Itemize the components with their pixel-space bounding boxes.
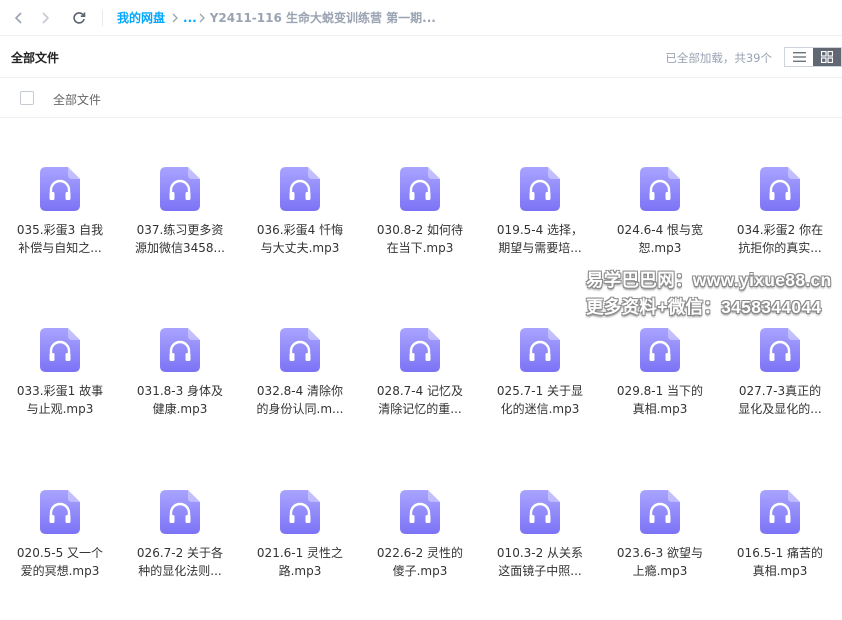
chevron-right-icon — [198, 12, 206, 24]
audio-file-icon — [760, 490, 800, 534]
file-item[interactable]: 029.8-1 当下的 真相.mp3 — [610, 328, 710, 458]
audio-file-icon — [640, 490, 680, 534]
refresh-icon[interactable] — [68, 7, 90, 29]
file-item[interactable]: 030.8-2 如何待 在当下.mp3 — [370, 167, 470, 297]
audio-file-icon — [640, 328, 680, 372]
file-name: 032.8-4 清除你 的身份认同.m... — [256, 384, 344, 416]
file-item[interactable]: 026.7-2 关于各 种的显化法则... — [130, 490, 230, 620]
file-name: 025.7-1 关于显 化的迷信.mp3 — [496, 384, 584, 416]
breadcrumb-more[interactable]: ... — [183, 11, 197, 25]
page-title: 全部文件 — [11, 51, 60, 65]
file-item[interactable]: 019.5-4 选择， 期望与需要培... — [490, 167, 590, 297]
file-name: 035.彩蛋3 自我 补偿与自知之... — [16, 223, 104, 255]
file-name: 021.6-1 灵性之 路.mp3 — [256, 546, 344, 578]
list-header: 全部文件 — [0, 78, 842, 118]
file-item[interactable]: 037.练习更多资 源加微信3458... — [130, 167, 230, 297]
file-name: 034.彩蛋2 你在 抗拒你的真实... — [736, 223, 824, 255]
file-item[interactable]: 033.彩蛋1 故事 与止观.mp3 — [10, 328, 110, 458]
file-item[interactable]: 024.6-4 恨与宽 恕.mp3 — [610, 167, 710, 297]
file-name: 027.7-3真正的 显化及显化的... — [738, 384, 822, 416]
file-name: 016.5-1 痛苦的 真相.mp3 — [736, 546, 824, 578]
file-name: 010.3-2 从关系 这面镜子中照... — [496, 546, 584, 578]
breadcrumb-home[interactable]: 我的网盘 — [117, 9, 165, 26]
audio-file-icon — [760, 328, 800, 372]
view-toggle — [784, 47, 842, 67]
file-name: 028.7-4 记忆及 清除记忆的重... — [376, 384, 464, 416]
file-item[interactable]: 034.彩蛋2 你在 抗拒你的真实... — [730, 167, 830, 297]
nav-divider — [102, 9, 103, 26]
audio-file-icon — [160, 328, 200, 372]
select-all-checkbox[interactable] — [20, 91, 34, 105]
breadcrumb-current: Y2411-116 生命大蜕变训练营 第一期... — [209, 11, 436, 25]
audio-file-icon — [40, 167, 80, 211]
column-header-name: 全部文件 — [53, 93, 102, 107]
audio-file-icon — [640, 167, 680, 211]
audio-file-icon — [400, 328, 440, 372]
file-name: 026.7-2 关于各 种的显化法则... — [136, 546, 224, 578]
file-name: 024.6-4 恨与宽 恕.mp3 — [616, 223, 704, 255]
file-item[interactable]: 031.8-3 身体及 健康.mp3 — [130, 328, 230, 458]
audio-file-icon — [280, 167, 320, 211]
file-name: 019.5-4 选择， 期望与需要培... — [496, 223, 584, 255]
file-item[interactable]: 023.6-3 欲望与 上瘾.mp3 — [610, 490, 710, 620]
audio-file-icon — [400, 490, 440, 534]
file-item[interactable]: 027.7-3真正的 显化及显化的... — [730, 328, 830, 458]
file-item[interactable]: 021.6-1 灵性之 路.mp3 — [250, 490, 350, 620]
audio-file-icon — [520, 328, 560, 372]
top-navigation-bar: 我的网盘 ... Y2411-116 生命大蜕变训练营 第一期... — [0, 0, 842, 36]
file-item[interactable]: 010.3-2 从关系 这面镜子中照... — [490, 490, 590, 620]
file-item[interactable]: 036.彩蛋4 忏悔 与大丈夫.mp3 — [250, 167, 350, 297]
file-name: 020.5-5 又一个 爱的冥想.mp3 — [16, 546, 104, 578]
chevron-right-icon[interactable] — [34, 7, 56, 29]
file-item[interactable]: 020.5-5 又一个 爱的冥想.mp3 — [10, 490, 110, 620]
audio-file-icon — [40, 328, 80, 372]
file-name: 030.8-2 如何待 在当下.mp3 — [376, 223, 464, 255]
audio-file-icon — [160, 167, 200, 211]
file-name: 023.6-3 欲望与 上瘾.mp3 — [616, 546, 704, 578]
file-name: 022.6-2 灵性的 傻子.mp3 — [376, 546, 464, 578]
file-item[interactable]: 022.6-2 灵性的 傻子.mp3 — [370, 490, 470, 620]
file-item[interactable]: 028.7-4 记忆及 清除记忆的重... — [370, 328, 470, 458]
chevron-right-icon — [171, 12, 179, 24]
toolbar: 全部文件 已全部加载，共39个 — [0, 36, 842, 78]
audio-file-icon — [760, 167, 800, 211]
file-item[interactable]: 025.7-1 关于显 化的迷信.mp3 — [490, 328, 590, 458]
grid-view-icon[interactable] — [813, 48, 841, 66]
file-grid: 035.彩蛋3 自我 补偿与自知之... 037.练习更多资 源加微信3458..… — [0, 119, 842, 589]
list-view-icon[interactable] — [785, 48, 814, 66]
chevron-left-icon[interactable] — [8, 7, 30, 29]
file-name: 033.彩蛋1 故事 与止观.mp3 — [16, 384, 104, 416]
file-item[interactable]: 016.5-1 痛苦的 真相.mp3 — [730, 490, 830, 620]
file-name: 037.练习更多资 源加微信3458... — [135, 223, 225, 255]
file-name: 031.8-3 身体及 健康.mp3 — [136, 384, 224, 416]
file-item[interactable]: 035.彩蛋3 自我 补偿与自知之... — [10, 167, 110, 297]
audio-file-icon — [400, 167, 440, 211]
file-item[interactable]: 032.8-4 清除你 的身份认同.m... — [250, 328, 350, 458]
audio-file-icon — [160, 490, 200, 534]
audio-file-icon — [280, 328, 320, 372]
audio-file-icon — [280, 490, 320, 534]
audio-file-icon — [520, 490, 560, 534]
file-name: 029.8-1 当下的 真相.mp3 — [616, 384, 704, 416]
file-name: 036.彩蛋4 忏悔 与大丈夫.mp3 — [256, 223, 344, 255]
audio-file-icon — [520, 167, 560, 211]
load-status: 已全部加载，共39个 — [665, 51, 772, 65]
audio-file-icon — [40, 490, 80, 534]
